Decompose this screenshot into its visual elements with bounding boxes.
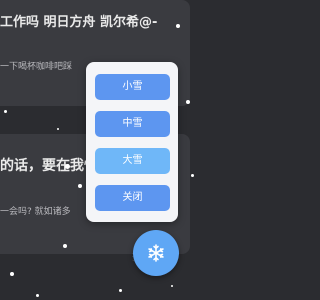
moderate-snow-button[interactable]: 中雪 [95, 111, 170, 137]
snow-toggle-button[interactable] [133, 230, 179, 276]
light-snow-button[interactable]: 小雪 [95, 74, 170, 100]
snowflake-particle [119, 289, 122, 292]
app-screen: 工作吗 明日方舟 凯尔希@- 一下喝杯咖啡吧踩 的话，要在我怀 一会吗? 就如诸… [0, 0, 204, 300]
post-card-1-subtitle: 一下喝杯咖啡吧踩 [0, 62, 73, 72]
snowflake-particle [36, 294, 39, 297]
snowflake-particle [63, 244, 67, 248]
snow-effect-menu: 小雪 中雪 大雪 关闭 [86, 62, 178, 222]
heavy-snow-button[interactable]: 大雪 [95, 148, 170, 174]
snowflake-particle [186, 100, 190, 104]
post-card-2-subtitle: 一会吗? 就如诸多 [0, 207, 71, 217]
post-card-2-title: 的话，要在我怀 [0, 158, 98, 174]
snowflake-particle [191, 174, 194, 177]
snowflake-icon [148, 244, 164, 262]
snowflake-particle [65, 164, 70, 169]
snowflake-particle [4, 110, 7, 113]
snowflake-particle [78, 184, 82, 188]
post-card-1-title: 工作吗 明日方舟 凯尔希@- [0, 15, 158, 30]
snowflake-particle [57, 128, 59, 130]
snowflake-particle [10, 272, 14, 276]
snowflake-particle [176, 24, 180, 28]
close-snow-button[interactable]: 关闭 [95, 185, 170, 211]
snowflake-particle [171, 285, 173, 287]
